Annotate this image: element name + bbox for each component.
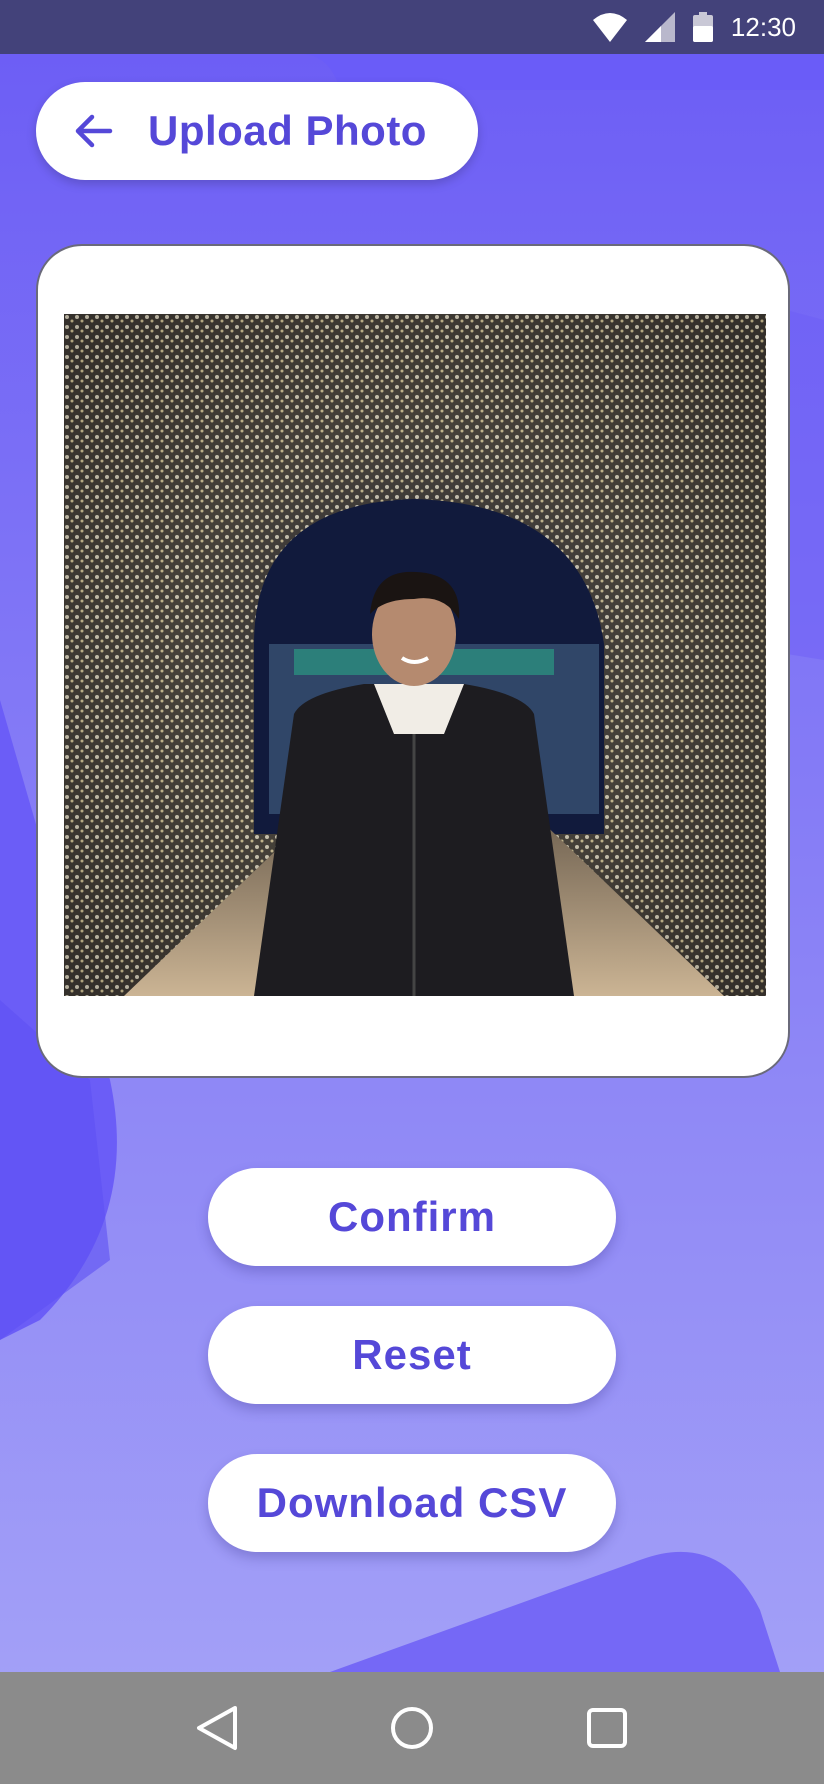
navigation-bar <box>0 1672 824 1784</box>
battery-icon <box>692 12 713 42</box>
wifi-icon <box>592 12 627 42</box>
photo-preview <box>64 314 766 996</box>
nav-back-icon[interactable] <box>192 1703 242 1753</box>
uploaded-photo <box>64 314 766 996</box>
upload-photo-header[interactable]: Upload Photo <box>36 82 478 180</box>
nav-home-icon[interactable] <box>387 1703 437 1753</box>
nav-recents-icon[interactable] <box>582 1703 632 1753</box>
page-title: Upload Photo <box>148 107 427 154</box>
reset-button[interactable]: Reset <box>208 1306 616 1404</box>
cellular-signal-icon <box>644 12 675 42</box>
status-bar: 12:30 <box>0 0 824 54</box>
download-csv-button[interactable]: Download CSV <box>208 1454 616 1552</box>
status-time: 12:30 <box>730 11 796 42</box>
confirm-button[interactable]: Confirm <box>208 1168 616 1266</box>
photo-card <box>36 244 790 1078</box>
arrow-left-icon[interactable] <box>74 111 114 151</box>
